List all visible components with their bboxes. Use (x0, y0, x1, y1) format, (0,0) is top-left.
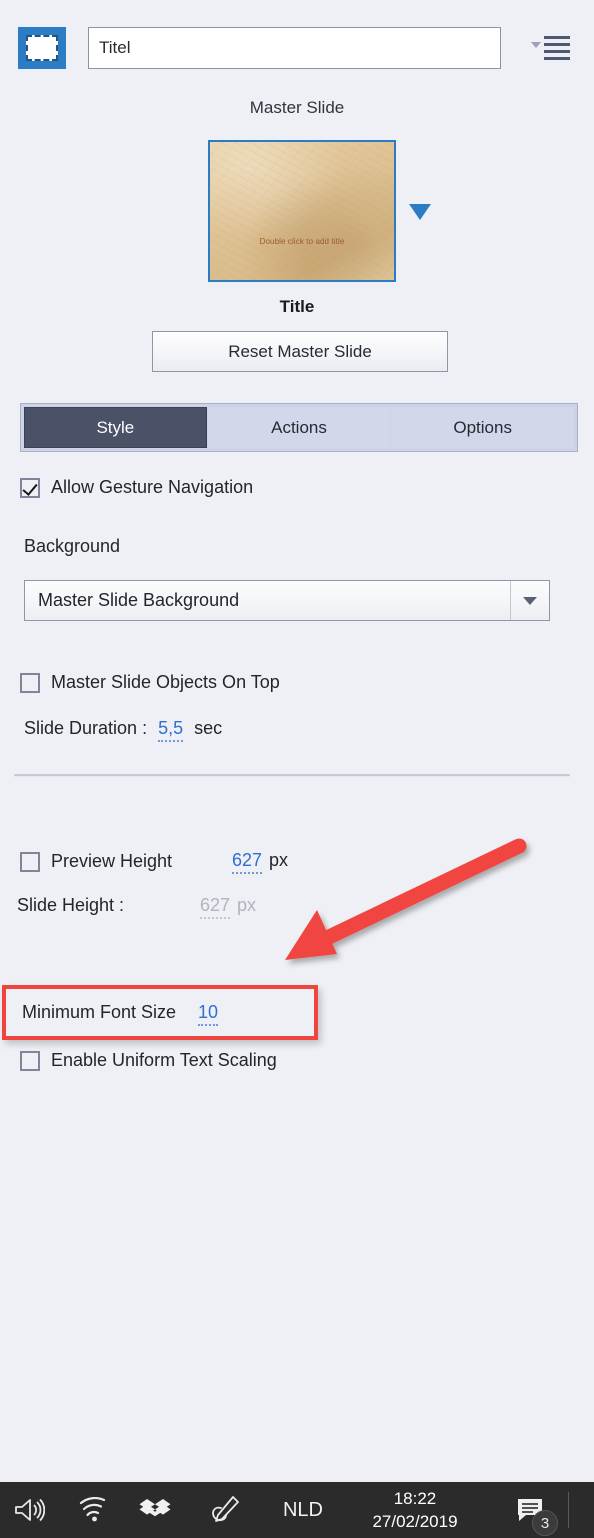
preview-height-value-group: 627 px (232, 850, 288, 874)
speaker-icon[interactable] (4, 1482, 54, 1538)
master-slide-section-label: Master Slide (249, 98, 345, 117)
background-section-label: Background (24, 536, 121, 556)
slide-duration-unit: sec (194, 718, 223, 738)
tab-bar: Style Actions Options (20, 403, 578, 452)
notification-message-icon[interactable]: 3 (500, 1482, 560, 1538)
taskbar-clock[interactable]: 18:22 27/02/2019 (355, 1482, 475, 1538)
stylus-pen-icon[interactable] (198, 1482, 252, 1538)
preview-height-checkbox-row[interactable]: Preview Height (20, 851, 172, 872)
allow-gesture-navigation-checkbox-row[interactable]: Allow Gesture Navigation (20, 477, 253, 498)
tab-options[interactable]: Options (391, 407, 575, 448)
allow-gesture-navigation-label: Allow Gesture Navigation (51, 477, 254, 497)
enable-uniform-text-scaling-checkbox[interactable] (20, 1050, 40, 1071)
red-arrow-annotation (285, 838, 527, 960)
background-dropdown[interactable]: Master Slide Background (24, 580, 550, 621)
section-divider (14, 774, 570, 777)
tab-style[interactable]: Style (24, 407, 207, 448)
background-dropdown-value: Master Slide Background (38, 590, 240, 610)
dropbox-icon[interactable] (130, 1482, 180, 1538)
taskbar-divider (568, 1492, 569, 1528)
slide-duration-value[interactable]: 5,5 (158, 718, 184, 742)
minimum-font-size-value[interactable]: 10 (198, 1002, 219, 1026)
slide-height-value-group: 627 px (200, 895, 256, 919)
tab-actions[interactable]: Actions (207, 407, 391, 448)
menu-caret-icon (531, 42, 541, 48)
slide-duration-row: Slide Duration : 5,5 sec (24, 718, 222, 742)
preview-height-value[interactable]: 627 (232, 850, 263, 874)
reset-master-slide-button[interactable]: Reset Master Slide (152, 331, 448, 372)
windows-taskbar: NLD 18:22 27/02/2019 3 (0, 1482, 594, 1538)
thumbnail-texture (210, 142, 394, 280)
chevron-down-icon[interactable] (510, 581, 549, 620)
preview-height-unit: px (269, 850, 289, 870)
top-bar (0, 0, 594, 96)
master-slide-objects-on-top-checkbox-row[interactable]: Master Slide Objects On Top (20, 672, 280, 693)
preview-height-checkbox[interactable] (20, 851, 40, 872)
preview-height-label: Preview Height (51, 851, 173, 871)
slide-height-row: Slide Height : (17, 895, 124, 916)
notification-count-badge: 3 (532, 1510, 558, 1536)
thumbnail-placeholder-text: Double click to add title (259, 237, 345, 246)
master-slide-title: Title (279, 297, 315, 316)
slide-placeholder-inner (26, 35, 58, 61)
slide-title-input[interactable] (88, 27, 501, 69)
allow-gesture-navigation-checkbox[interactable] (20, 477, 40, 498)
clock-date: 27/02/2019 (372, 1512, 458, 1531)
slide-height-label: Slide Height : (17, 895, 125, 915)
master-slide-objects-on-top-label: Master Slide Objects On Top (51, 672, 280, 692)
clock-time: 18:22 (393, 1489, 437, 1508)
wifi-icon[interactable] (68, 1482, 118, 1538)
enable-uniform-text-scaling-label: Enable Uniform Text Scaling (51, 1050, 277, 1070)
slide-duration-label: Slide Duration : (24, 718, 148, 738)
minimum-font-size-row: Minimum Font Size 10 (22, 1002, 219, 1026)
parchment-slide-thumbnail[interactable]: Double click to add title (208, 140, 396, 282)
hamburger-menu-icon[interactable] (531, 31, 571, 65)
slide-height-value: 627 (200, 895, 231, 919)
menu-lines-icon (544, 36, 570, 60)
slide-placeholder-icon[interactable] (18, 27, 66, 69)
minimum-font-size-label: Minimum Font Size (22, 1002, 177, 1022)
language-indicator[interactable]: NLD (270, 1482, 336, 1538)
chevron-down-icon[interactable] (409, 204, 431, 220)
slide-height-unit: px (237, 895, 257, 915)
enable-uniform-text-scaling-checkbox-row[interactable]: Enable Uniform Text Scaling (20, 1050, 277, 1071)
master-slide-objects-on-top-checkbox[interactable] (20, 672, 40, 693)
